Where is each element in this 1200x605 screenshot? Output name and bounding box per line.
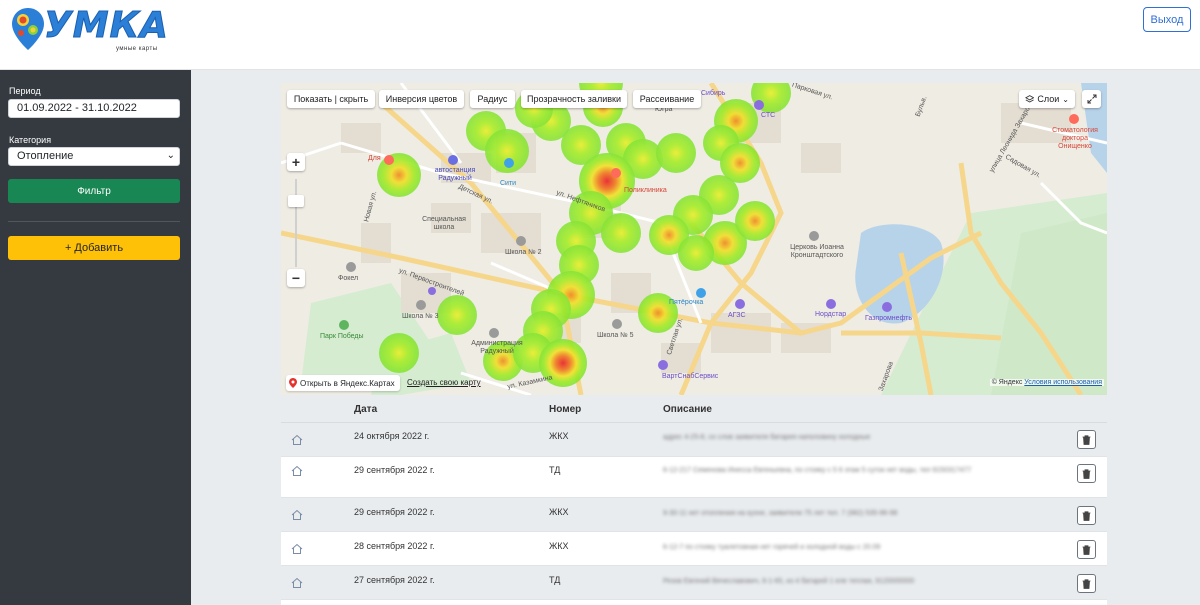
- map-label-park: Парк Победы: [320, 333, 364, 340]
- open-in-yandex-link[interactable]: Открыть в Яндекс.Картах: [286, 375, 400, 391]
- table-header: Дата Номер Описание: [281, 395, 1107, 423]
- row-number: ЖКХ: [549, 431, 569, 441]
- category-select[interactable]: Отопление ⌄: [8, 147, 180, 166]
- row-date: 27 сентября 2022 г.: [354, 575, 435, 585]
- map-label-church: Церковь Иоанна Кронштадтского: [790, 244, 844, 259]
- row-number: ЖКХ: [549, 507, 569, 517]
- map-base: [281, 83, 1107, 395]
- map-label-city: Сити: [500, 180, 517, 187]
- map-label-dlya: Для: [368, 155, 381, 162]
- map-label-polyclinic: Поликлиника: [624, 187, 667, 194]
- map-label-agzs: АГЗС: [728, 312, 746, 319]
- filter-button[interactable]: Фильтр: [8, 179, 180, 203]
- table-row[interactable]: 24 октября 2022 г. ЖКХ адрес 4-25-8, со …: [281, 423, 1107, 457]
- row-date: 24 октября 2022 г.: [354, 431, 430, 441]
- expand-icon: [1087, 94, 1096, 104]
- add-button[interactable]: + Добавить: [8, 236, 180, 260]
- trash-icon: [1082, 434, 1091, 445]
- map-label-school3: Школа № 3: [402, 313, 439, 320]
- table-row[interactable]: 28 сентября 2022 г. ЖКХ 6-12-7 по стояку…: [281, 532, 1107, 566]
- row-number: ЖКХ: [549, 541, 569, 551]
- chevron-down-icon: ⌄: [166, 150, 175, 161]
- row-description: адрес 4-25-8, со слов заявителя батарея …: [663, 434, 871, 441]
- column-header-date[interactable]: Дата: [354, 404, 377, 415]
- top-header: УМКА умные карты Выход: [0, 0, 1200, 70]
- chevron-down-icon: ⌄: [1062, 94, 1069, 104]
- terms-link[interactable]: Условия использования: [1024, 379, 1102, 386]
- table-row[interactable]: 29 сентября 2022 г. ЖКХ 9-30-11 нет отоп…: [281, 498, 1107, 532]
- heatmap-map[interactable]: Сибирь СТС Парковая ул. Стоматология док…: [281, 83, 1107, 395]
- sidebar-divider: [8, 221, 180, 222]
- layers-button[interactable]: Слои ⌄: [1019, 90, 1075, 108]
- map-copyright: © Яндекс Условия использования: [989, 379, 1104, 386]
- trash-icon: [1082, 510, 1091, 521]
- logo-subtitle: умные карты: [116, 46, 158, 52]
- home-icon: [291, 434, 303, 445]
- home-icon: [291, 577, 303, 588]
- fullscreen-button[interactable]: [1082, 90, 1101, 108]
- invert-colors-button[interactable]: Инверсия цветов: [379, 90, 464, 108]
- delete-button[interactable]: [1077, 506, 1096, 525]
- row-description: 6-12-7 по стояку туалетовная нет горячей…: [663, 544, 881, 551]
- row-description: 6-12-217 Семенова Инесса Евгеньевна, по …: [663, 467, 972, 474]
- radius-button[interactable]: Радиус: [470, 90, 515, 108]
- row-date: 29 сентября 2022 г.: [354, 465, 435, 475]
- column-header-number[interactable]: Номер: [549, 404, 581, 415]
- show-hide-button[interactable]: Показать | скрыть: [287, 90, 375, 108]
- row-date: 29 сентября 2022 г.: [354, 507, 435, 517]
- map-label-school2: Школа № 2: [505, 249, 542, 256]
- map-label-pyaterochka: Пятёрочка: [669, 299, 704, 306]
- row-number: ТД: [549, 465, 561, 475]
- map-label-sts: СТС: [761, 112, 776, 119]
- category-label: Категория: [9, 135, 52, 145]
- table-row[interactable]: 29 сентября 2022 г. ТД 6-12-217 Семенова…: [281, 457, 1107, 498]
- row-number: ТД: [549, 575, 561, 585]
- row-description: Резов Евгений Вячеславович, 6-1-65, из 4…: [663, 578, 915, 585]
- row-description: 9-30-11 нет отопления на кухне, заявител…: [663, 510, 898, 517]
- logo-text: УМКА: [44, 5, 169, 46]
- logout-button[interactable]: Выход: [1143, 7, 1191, 32]
- create-map-link[interactable]: Создать свою карту: [407, 378, 481, 387]
- layers-label: Слои: [1037, 94, 1060, 104]
- home-icon: [291, 543, 303, 554]
- dissipation-button[interactable]: Рассеивание: [633, 90, 701, 108]
- zoom-slider-knob[interactable]: [288, 195, 304, 207]
- row-date: 28 сентября 2022 г.: [354, 541, 435, 551]
- fill-opacity-button[interactable]: Прозрачность заливки: [521, 90, 627, 108]
- map-label-sibir: Сибирь: [701, 90, 726, 97]
- map-label-gazprom: Газпромнефть: [865, 315, 913, 322]
- copyright-text: © Яндекс: [991, 379, 1023, 386]
- period-input[interactable]: 01.09.2022 - 31.10.2022: [8, 99, 180, 118]
- map-label-school5: Школа № 5: [597, 332, 634, 339]
- layers-icon: [1025, 95, 1035, 103]
- table-row[interactable]: 27 сентября 2022 г. ТД Резов Евгений Вяч…: [281, 566, 1107, 600]
- delete-button[interactable]: [1077, 574, 1096, 593]
- home-icon: [291, 509, 303, 520]
- category-value: Отопление: [17, 150, 74, 162]
- delete-button[interactable]: [1077, 540, 1096, 559]
- events-table: Дата Номер Описание 24 октября 2022 г. Ж…: [281, 395, 1107, 605]
- map-label-varta: ВартСнабСервис: [662, 373, 719, 380]
- trash-icon: [1082, 578, 1091, 589]
- zoom-out-button[interactable]: −: [287, 269, 305, 287]
- zoom-in-button[interactable]: +: [287, 153, 305, 171]
- map-pin-logo-icon: [12, 8, 44, 50]
- map-label-admin: Администрация Радужный: [471, 340, 523, 355]
- home-icon: [291, 465, 303, 476]
- map-label-nordstar: Нордстар: [815, 311, 847, 318]
- logo[interactable]: УМКА умные карты: [10, 5, 170, 54]
- map-label-dental: Стоматология доктора Онищенко: [1052, 127, 1098, 150]
- delete-button[interactable]: [1077, 430, 1096, 449]
- column-header-description[interactable]: Описание: [663, 404, 712, 415]
- period-label: Период: [9, 86, 41, 96]
- map-label-special-school: Специальная школа: [422, 216, 466, 231]
- map-label-bus-station: автостанция Радужный: [434, 167, 476, 182]
- trash-icon: [1082, 544, 1091, 555]
- open-in-yandex-label: Открыть в Яндекс.Картах: [300, 378, 395, 388]
- delete-button[interactable]: [1077, 464, 1096, 483]
- map-label-fokel: Фокел: [338, 275, 359, 282]
- map-pin-icon: [289, 378, 297, 388]
- zoom-track[interactable]: [295, 179, 297, 267]
- trash-icon: [1082, 468, 1091, 479]
